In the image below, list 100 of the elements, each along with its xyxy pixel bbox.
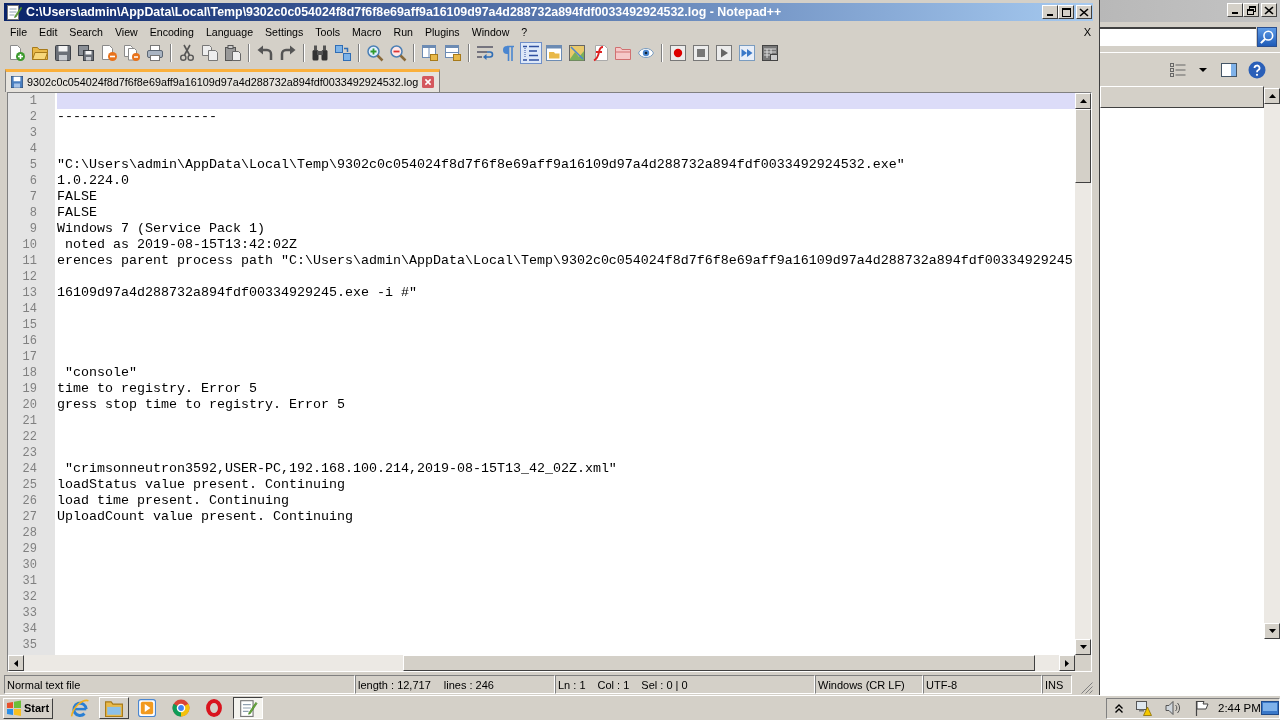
help-icon[interactable] xyxy=(1248,60,1266,79)
line-number: 32 xyxy=(22,590,37,604)
zoom-out-icon[interactable] xyxy=(389,44,406,61)
menu-item[interactable]: Settings xyxy=(259,25,310,38)
line-number: 15 xyxy=(22,318,37,332)
printer-icon[interactable] xyxy=(146,44,163,61)
line-number: 7 xyxy=(29,190,37,204)
horizontal-scrollbar[interactable] xyxy=(8,655,1075,671)
indent-guide-icon[interactable] xyxy=(519,41,542,64)
ring-icon[interactable] xyxy=(205,699,224,717)
folder-icon[interactable] xyxy=(98,697,129,719)
scroll-up-button[interactable] xyxy=(1264,88,1280,104)
media-player-icon[interactable] xyxy=(138,699,157,717)
minimize-icon xyxy=(1047,13,1053,16)
vertical-scrollbar[interactable] xyxy=(1264,88,1280,639)
code-line: "crimsonneutron3592,USER-PC,192.168.100.214,2019-08-15T13_42_02Z.xml" xyxy=(64,461,617,476)
grid-panel-icon[interactable] xyxy=(761,44,778,61)
encoding-text: UTF-8 xyxy=(926,678,958,691)
start-button[interactable]: Start xyxy=(3,697,54,719)
menu-item[interactable]: Search xyxy=(63,25,109,38)
record-icon[interactable] xyxy=(669,44,686,61)
search-button[interactable] xyxy=(1257,27,1277,47)
redo-icon[interactable] xyxy=(279,44,296,61)
split-window-icon[interactable] xyxy=(444,44,461,61)
menu-item[interactable]: File xyxy=(4,25,34,38)
close-icon xyxy=(1265,6,1273,14)
speaker-icon[interactable] xyxy=(1165,700,1181,716)
up-arrow-icon xyxy=(1268,94,1276,98)
function-list-icon[interactable] xyxy=(591,44,608,61)
line-number: 16 xyxy=(22,334,37,348)
line-number: 6 xyxy=(29,174,37,188)
close-files-icon[interactable] xyxy=(123,44,140,61)
menu-item[interactable]: Window xyxy=(465,25,516,38)
search-field[interactable] xyxy=(1100,27,1256,47)
chevron-icon[interactable] xyxy=(1115,703,1123,713)
vertical-scrollbar[interactable] xyxy=(1075,93,1091,655)
map-icon[interactable] xyxy=(568,44,585,61)
minimize-button[interactable] xyxy=(1042,5,1058,19)
split-window-icon[interactable] xyxy=(421,44,438,61)
clock-text[interactable]: 2:44 PM xyxy=(1218,702,1261,714)
word-wrap-icon[interactable] xyxy=(476,44,493,61)
line-number: 28 xyxy=(22,526,37,540)
maximize-button[interactable] xyxy=(1058,5,1074,19)
scroll-up-button[interactable] xyxy=(1075,93,1091,109)
close-file-icon[interactable] xyxy=(100,44,117,61)
menu-item[interactable]: Plugins xyxy=(418,25,466,38)
stop-icon[interactable] xyxy=(692,44,709,61)
restore-button[interactable] xyxy=(1243,3,1259,17)
undo-icon[interactable] xyxy=(256,44,273,61)
preview-pane-icon[interactable] xyxy=(1221,61,1237,78)
color-wheel-icon[interactable] xyxy=(171,699,190,717)
menu-item[interactable]: Edit xyxy=(33,25,64,38)
line-number: 19 xyxy=(22,382,37,396)
scissors-icon[interactable] xyxy=(178,44,195,61)
close-document-button[interactable]: X xyxy=(1083,25,1091,38)
new-file-icon[interactable] xyxy=(8,44,25,61)
floppy-disks-icon[interactable] xyxy=(77,44,94,61)
document-tab[interactable]: 9302c0c054024f8d7f6f8e69aff9a16109d97a4d288732a894fdf0033492924532.log xyxy=(5,69,441,92)
close-button[interactable] xyxy=(1076,5,1092,19)
copy-icon[interactable] xyxy=(201,44,218,61)
line-number: 10 xyxy=(22,238,37,252)
close-icon[interactable] xyxy=(422,76,435,88)
menu-item[interactable]: Macro xyxy=(346,25,388,38)
down-arrow-icon xyxy=(1079,645,1087,649)
notepad-icon[interactable] xyxy=(232,697,263,719)
list-view-icon[interactable] xyxy=(1170,61,1186,78)
menu-item[interactable]: Run xyxy=(387,25,419,38)
fast-forward-icon[interactable] xyxy=(738,44,755,61)
code-line: -------------------- xyxy=(57,109,217,124)
file-type-text: Normal text file xyxy=(7,678,81,691)
search-icon xyxy=(1260,30,1274,44)
replace-icon[interactable] xyxy=(334,44,351,61)
scroll-left-button[interactable] xyxy=(8,655,24,671)
menu-item[interactable]: Encoding xyxy=(143,25,200,38)
scrollbar-thumb[interactable] xyxy=(1075,109,1091,183)
scroll-right-button[interactable] xyxy=(1059,655,1075,671)
menu-item[interactable]: Language xyxy=(199,25,260,38)
caret-icon[interactable] xyxy=(1199,67,1207,72)
play-icon[interactable] xyxy=(715,44,732,61)
menu-item[interactable]: ? xyxy=(515,25,534,38)
minimize-button[interactable] xyxy=(1227,3,1243,17)
resize-grip-icon[interactable] xyxy=(1081,682,1093,694)
show-desktop-icon[interactable] xyxy=(1260,701,1279,715)
scroll-down-button[interactable] xyxy=(1075,639,1091,655)
selection-text: Sel : 0 | 0 xyxy=(641,678,688,691)
code-line: 1.0.224.0 xyxy=(57,173,129,188)
browser-icon[interactable] xyxy=(71,699,90,717)
line-number: 23 xyxy=(22,446,37,460)
scroll-down-button[interactable] xyxy=(1264,623,1280,639)
network-warning-icon[interactable] xyxy=(1136,700,1152,716)
window-icon[interactable] xyxy=(545,44,562,61)
clipboard-icon[interactable] xyxy=(224,44,241,61)
scrollbar-thumb[interactable] xyxy=(403,655,1035,671)
line-number: 33 xyxy=(22,606,37,620)
zoom-in-icon[interactable] xyxy=(366,44,383,61)
menu-item[interactable]: View xyxy=(108,25,144,38)
close-button[interactable] xyxy=(1261,3,1277,17)
binoculars-icon[interactable] xyxy=(311,44,328,61)
flag-icon[interactable] xyxy=(1194,700,1210,716)
menu-item[interactable]: Tools xyxy=(309,25,347,38)
